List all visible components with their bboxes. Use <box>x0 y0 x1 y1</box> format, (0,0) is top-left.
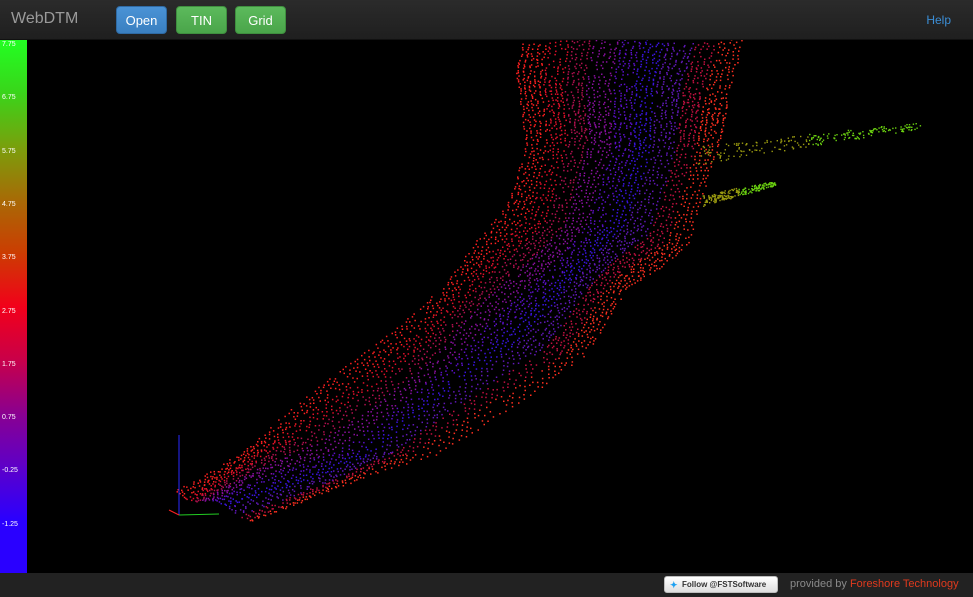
open-button[interactable]: Open <box>116 6 167 34</box>
legend-label: 2.75 <box>2 307 16 315</box>
grid-button[interactable]: Grid <box>235 6 286 34</box>
legend-label: 7.75 <box>2 41 16 48</box>
axis-line <box>178 513 220 516</box>
legend-label: 6.75 <box>2 94 16 102</box>
legend-label: 4.75 <box>2 200 16 208</box>
legend-label: 0.75 <box>2 414 16 422</box>
app-brand[interactable]: WebDTM <box>11 10 78 28</box>
legend-label: -1.25 <box>2 520 18 528</box>
twitter-bird-icon: ✦ <box>670 580 678 590</box>
terrain-3d-viewport[interactable] <box>27 40 973 573</box>
tin-button[interactable]: TIN <box>176 6 227 34</box>
provided-by-credit: provided by Foreshore Technology <box>790 578 959 590</box>
legend-label: -0.25 <box>2 467 18 475</box>
follow-twitter-button[interactable]: ✦ Follow @FSTSoftware <box>664 576 778 593</box>
navbar: WebDTM Open TIN Grid Help <box>0 0 973 40</box>
terrain-point-cloud <box>176 40 922 522</box>
legend-label: 3.75 <box>2 254 16 262</box>
company-link[interactable]: Foreshore Technology <box>850 578 959 590</box>
legend-label: 1.75 <box>2 360 16 368</box>
help-link[interactable]: Help <box>926 13 951 27</box>
provided-by-text: provided by <box>790 578 847 590</box>
axis-line <box>168 509 180 516</box>
point-cloud-canvas[interactable] <box>27 40 973 573</box>
elevation-color-legend: 7.75 6.75 5.75 4.75 3.75 2.75 1.75 0.75 -0.25 -1.… <box>0 40 27 574</box>
legend-label: 5.75 <box>2 147 16 155</box>
follow-label: Follow @FSTSoftware <box>682 580 767 589</box>
